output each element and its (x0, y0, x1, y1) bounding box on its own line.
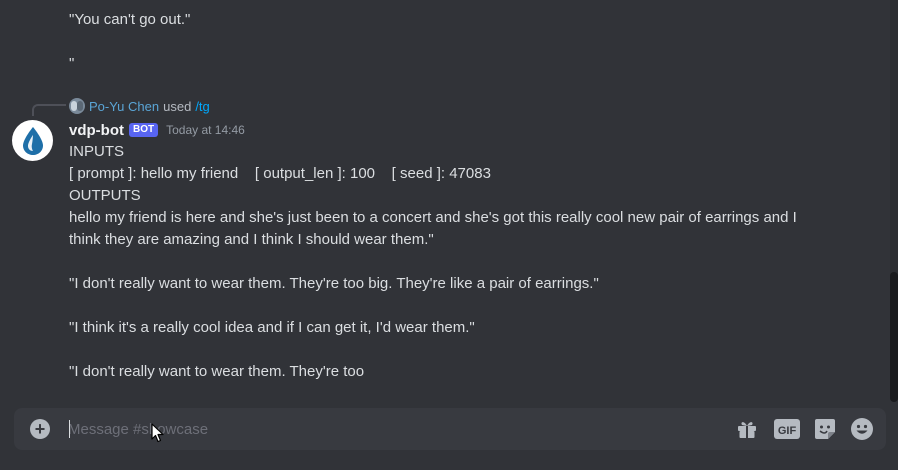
message-line: INPUTS (69, 143, 125, 160)
reply-username[interactable]: Po-Yu Chen (89, 99, 159, 114)
text-caret (69, 420, 70, 438)
reply-avatar[interactable] (69, 98, 85, 114)
reply-spine (32, 104, 66, 116)
message-composer: + GIF (14, 408, 886, 450)
plus-circle-icon[interactable]: + (30, 419, 50, 439)
gif-label: GIF (778, 425, 797, 437)
message-line: "I don't really want to wear them. They'… (69, 275, 599, 292)
message-line: think they are amazing and I think I sho… (69, 231, 434, 248)
sticker-icon[interactable] (813, 417, 837, 441)
scrollbar-thumb[interactable] (890, 272, 898, 402)
bot-tag: BOT (128, 123, 159, 137)
previous-message-line: " (69, 55, 75, 72)
message-line: [ prompt ]: hello my friend [ output_len… (69, 165, 491, 182)
message-line: "I think it's a really cool idea and if … (69, 319, 475, 336)
message-line: OUTPUTS (69, 187, 141, 204)
author-name[interactable]: vdp-bot (69, 122, 124, 139)
reply-context[interactable]: Po-Yu Chen used /tg (69, 98, 210, 114)
gif-icon[interactable]: GIF (773, 417, 801, 441)
message-list: "You can't go out." " Po-Yu Chen used /t… (0, 0, 890, 400)
emoji-icon[interactable] (849, 417, 875, 441)
reply-command[interactable]: /tg (195, 99, 209, 114)
previous-message-line: "You can't go out." (69, 11, 191, 28)
scrollbar-track[interactable] (890, 0, 898, 402)
bot-avatar[interactable] (12, 120, 53, 161)
message-line: hello my friend is here and she's just b… (69, 209, 797, 226)
reply-used-text: used (163, 98, 192, 114)
message-header: vdp-bot BOT Today at 14:46 (69, 119, 245, 141)
message-line: "I don't really want to wear them. They'… (69, 363, 365, 380)
mouse-cursor-icon (151, 423, 164, 443)
gift-icon[interactable] (735, 417, 759, 441)
water-drop-icon (22, 126, 43, 155)
message-timestamp[interactable]: Today at 14:46 (166, 123, 245, 137)
